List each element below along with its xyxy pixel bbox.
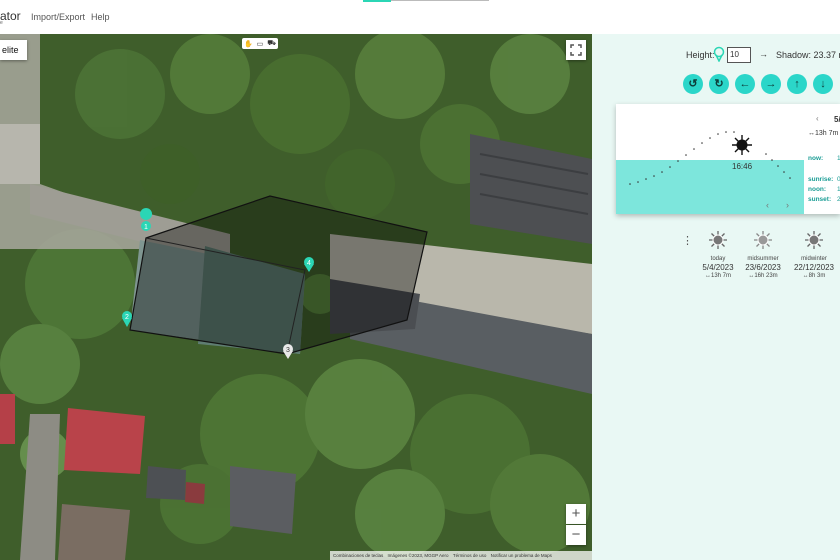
sun-icon: [754, 231, 772, 249]
menu-import-export[interactable]: Import/Export: [31, 12, 85, 22]
preset-midsummer-length: ↔16h 23m: [748, 273, 778, 279]
satellite-map[interactable]: 1 2 3 4 elite ✋ ▭ ⛟ + − Combinaciones de…: [0, 34, 592, 560]
sunrise-label: sunrise:: [808, 176, 834, 183]
card-nav-next-button[interactable]: ›: [786, 200, 789, 210]
horizon-area: [616, 160, 804, 214]
preset-midwinter[interactable]: midwinter 22/12/2023 ↔8h 3m: [790, 230, 838, 279]
truck-tool-icon[interactable]: ⛟: [267, 39, 276, 48]
attribution-shortcuts[interactable]: Combinaciones de teclas: [333, 553, 383, 558]
shadow-length: Shadow: 23.37 m: [776, 50, 840, 60]
card-date: 5/: [834, 115, 840, 124]
move-down-button[interactable]: ↓: [813, 74, 833, 94]
marker-4-label: 4: [307, 260, 311, 267]
zoom-out-button[interactable]: −: [566, 525, 586, 545]
more-options-icon[interactable]: ⋮: [682, 234, 693, 247]
date-presets: ⋮ today 5/4/2023 ↔13h 7m midsummer 23/6/…: [592, 230, 840, 300]
app-title: ator: [0, 9, 21, 23]
rotate-right-button[interactable]: ↻: [709, 74, 729, 94]
drawing-toolbar: ✋ ▭ ⛟: [242, 38, 278, 49]
sunset-label: sunset:: [808, 196, 832, 203]
height-pin-icon: [713, 46, 725, 62]
move-right-button[interactable]: →: [761, 74, 781, 94]
marker-3-label: 3: [286, 347, 290, 354]
arrow-separator: →: [759, 49, 768, 59]
fullscreen-icon: [570, 44, 582, 56]
marker-4[interactable]: 4: [304, 257, 314, 272]
rotate-left-button[interactable]: ↺: [683, 74, 703, 94]
noon-label: noon:: [808, 186, 827, 193]
marker-2-label: 2: [125, 314, 129, 321]
sun-panel: Height: 10 → Shadow: 23.37 m ↺ ↻ ← → ↑ ↓: [592, 34, 840, 560]
preset-today-date: 5/4/2023: [702, 263, 734, 272]
card-prev-day-button[interactable]: ‹: [816, 114, 819, 123]
marker-2[interactable]: 2: [122, 311, 132, 327]
preset-midwinter-length: ↔8h 3m: [802, 273, 826, 279]
preset-today-name: today: [710, 256, 726, 262]
now-label: now:: [808, 155, 824, 162]
rotate-left-icon: ↺: [688, 78, 698, 90]
move-left-button[interactable]: ←: [735, 74, 755, 94]
move-up-button[interactable]: ↑: [787, 74, 807, 94]
attribution-terms[interactable]: Términos de uso: [453, 553, 487, 558]
fullscreen-button[interactable]: [566, 40, 586, 60]
sun-path-card: ‹ 5/ ↔13h 7m 16:46 now: 1 sunrise: 0 noo…: [616, 104, 840, 214]
arrow-up-icon: ↑: [794, 78, 800, 90]
marker-3[interactable]: 3: [283, 344, 293, 359]
preset-today-length: ↔13h 7m: [704, 273, 731, 279]
preset-midsummer[interactable]: midsummer 23/6/2023 ↔16h 23m: [739, 230, 787, 279]
card-day-length: ↔13h 7m: [808, 130, 839, 137]
card-current-time: 16:46: [732, 162, 753, 171]
preset-midsummer-date: 23/6/2023: [745, 263, 781, 272]
app-subtitle: e: [0, 20, 3, 26]
rotate-right-icon: ↻: [714, 78, 724, 90]
sun-icon: [732, 135, 752, 155]
preset-midsummer-name: midsummer: [747, 256, 779, 262]
height-input[interactable]: 10: [727, 47, 751, 63]
arrow-left-icon: ←: [739, 78, 751, 90]
tab-divider: [391, 0, 489, 1]
sun-icon: [805, 231, 823, 249]
markers-layer: 1 2 3 4: [122, 208, 314, 359]
hand-tool-icon[interactable]: ✋: [244, 40, 253, 48]
map-attribution: Combinaciones de teclas Imágenes ©2023, …: [330, 551, 592, 560]
preset-midwinter-name: midwinter: [801, 256, 827, 262]
preset-today[interactable]: today 5/4/2023 ↔13h 7m: [694, 230, 742, 279]
map-type-button[interactable]: elite: [0, 40, 27, 60]
marker-1-label: 1: [144, 224, 148, 231]
height-label: Height:: [686, 50, 715, 60]
zoom-in-button[interactable]: +: [566, 504, 586, 524]
active-tab-indicator: [363, 0, 391, 2]
menu-help[interactable]: Help: [91, 12, 110, 22]
attribution-report[interactable]: Notificar un problema de Maps: [491, 553, 552, 558]
attribution-imagery: Imágenes ©2023, MGGP Aero: [387, 553, 449, 558]
sun-icon: [709, 231, 727, 249]
marker-1[interactable]: 1: [140, 208, 153, 238]
arrow-right-icon: →: [765, 78, 777, 90]
sun-path-diagram: [616, 104, 840, 214]
shape-tool-icon[interactable]: ▭: [257, 40, 264, 48]
card-nav-prev-button[interactable]: ‹: [766, 200, 769, 210]
top-bar: ator e Import/Export Help: [0, 0, 840, 34]
preset-midwinter-date: 22/12/2023: [793, 263, 835, 272]
arrow-down-icon: ↓: [820, 78, 826, 90]
